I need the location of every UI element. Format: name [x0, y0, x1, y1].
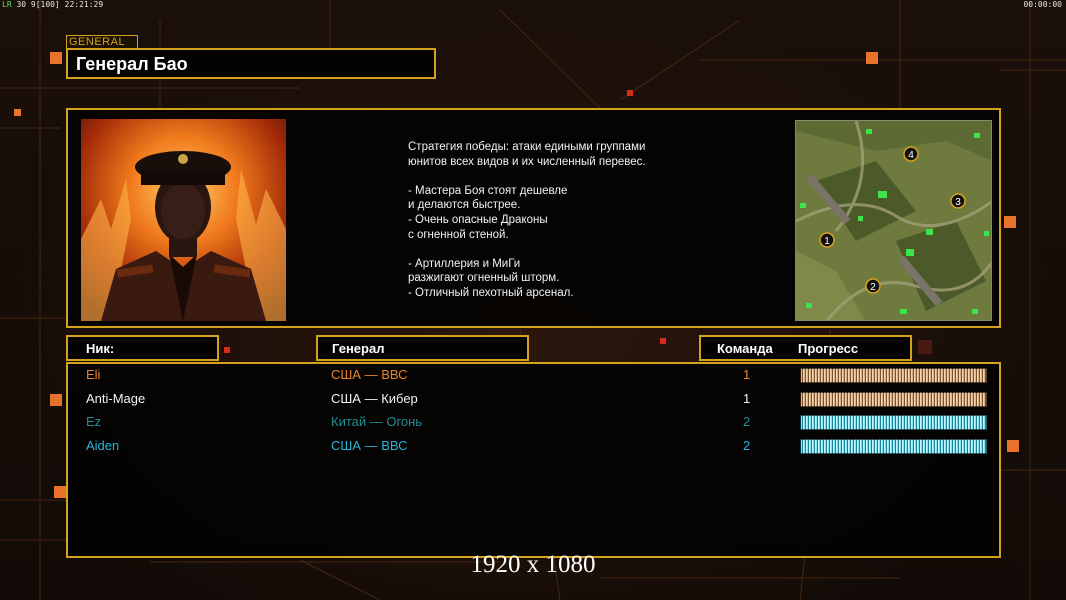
player-progress-bar [800, 439, 987, 454]
start-position-4: 4 [908, 150, 914, 161]
decor-square [50, 394, 62, 406]
start-position-3: 3 [955, 197, 961, 208]
player-general: Китай — Огонь [331, 414, 423, 429]
decor-square [54, 486, 66, 498]
description-line [408, 242, 708, 257]
player-row: Anti-Mage США — Кибер 1 [68, 388, 999, 410]
decor-square [1007, 440, 1019, 452]
player-nick: Anti-Mage [86, 391, 146, 406]
player-team: 1 [743, 391, 751, 406]
description-line: - Очень опасные Драконы [408, 213, 548, 226]
general-portrait [81, 119, 286, 321]
decor-square [918, 340, 932, 354]
start-position-1: 1 [824, 236, 830, 247]
header-general-label: Генерал [332, 341, 385, 356]
description-line: - Артиллерия и МиГи [408, 257, 521, 270]
player-team: 2 [743, 414, 751, 429]
description-line: - Отличный пехотный арсенал. [408, 286, 574, 299]
decor-square [1004, 216, 1016, 228]
decor-square [224, 347, 230, 353]
fps-counter: LR 30 9[100] 22:21:29 [2, 0, 104, 9]
player-team: 1 [743, 367, 751, 382]
player-general: США — ВВС [331, 438, 408, 453]
decor-square [50, 52, 62, 64]
description-line: и делаются быстрее. [408, 199, 521, 212]
general-info-panel: Стратегия победы: атаки едиными группами… [66, 108, 1001, 328]
player-team: 2 [743, 438, 751, 453]
player-row: Aiden США — ВВС 2 [68, 435, 999, 457]
player-row: Ez Китай — Огонь 2 [68, 411, 999, 433]
description-line: разжигают огненный шторм. [408, 272, 560, 285]
description-line [408, 169, 708, 184]
header-team-label: Команда [717, 341, 773, 356]
player-nick: Ez [86, 414, 102, 429]
header-general: Генерал [316, 335, 529, 361]
header-nick: Ник: [66, 335, 219, 361]
decor-square [660, 338, 666, 344]
description-line: Стратегия победы: атаки едиными группами [408, 141, 646, 153]
header-progress-label: Прогресс [798, 341, 859, 356]
player-nick: Eli [86, 367, 101, 382]
player-general: США — Кибер [331, 391, 418, 406]
decor-square [866, 52, 878, 64]
decor-square [14, 109, 21, 116]
resolution-label: 1920 x 1080 [470, 551, 596, 578]
player-progress-bar [800, 415, 987, 430]
player-progress-bar [800, 392, 987, 407]
description-line: юнитов всех видов и их численный перевес… [408, 155, 646, 168]
description-line: - Мастера Боя стоят дешевле [408, 184, 568, 197]
game-timer: 00:00:00 [1023, 0, 1062, 9]
header-nick-label: Ник: [86, 341, 115, 356]
header-team-progress: Команда Прогресс [699, 335, 912, 361]
player-progress-bar [800, 368, 987, 383]
start-position-2: 2 [870, 282, 876, 293]
title-box: Генерал Бао [66, 48, 436, 79]
players-list: Eli США — ВВС 1 Anti-Mage США — Кибер 1 … [66, 362, 1001, 558]
general-description: Стратегия победы: атаки едиными группами… [408, 140, 708, 301]
map-preview[interactable]: 1 2 3 4 [795, 120, 992, 321]
general-tag: GENERAL [66, 35, 138, 48]
description-line: с огненной стеной. [408, 228, 509, 241]
player-nick: Aiden [86, 438, 120, 453]
player-general: США — ВВС [331, 367, 408, 382]
decor-square [627, 90, 633, 96]
player-row: Eli США — ВВС 1 [68, 364, 999, 386]
general-title: Генерал Бао [76, 54, 188, 74]
